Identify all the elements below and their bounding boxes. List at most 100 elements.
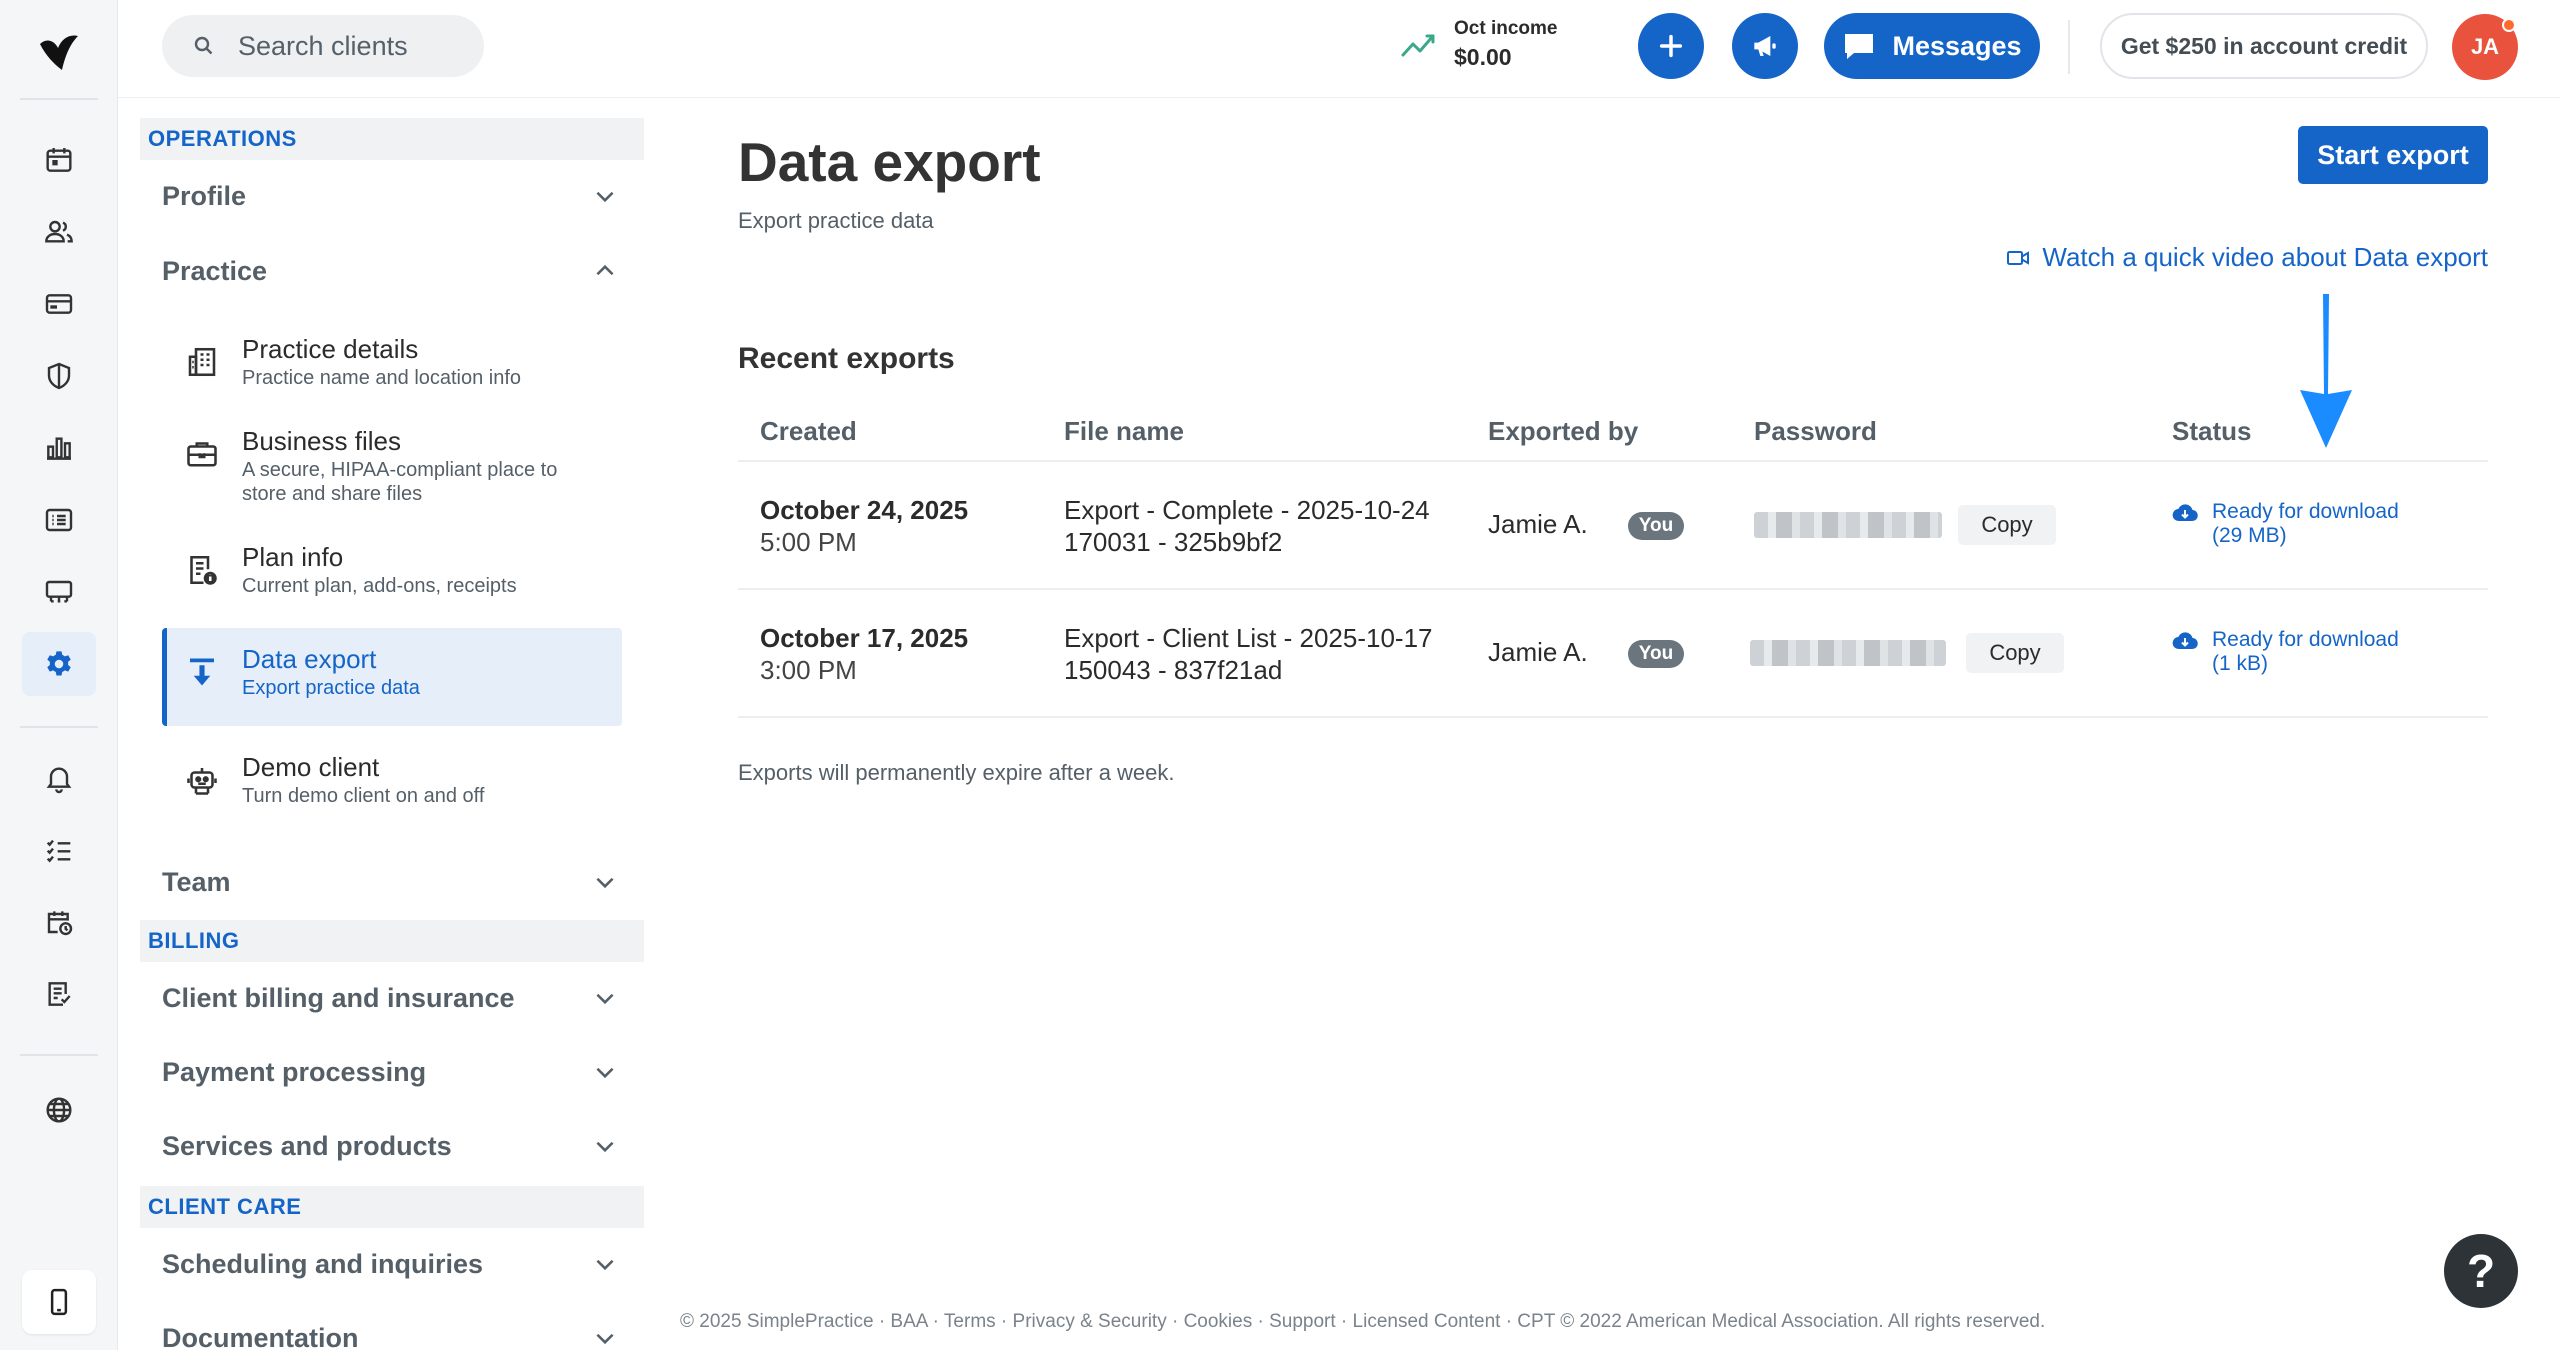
top-bar: Search clients Oct income $0.00 Messages… — [118, 0, 2560, 98]
reports-icon[interactable] — [22, 962, 96, 1026]
footer-links[interactable]: © 2025 SimplePractice · BAA · Terms · Pr… — [680, 1311, 2045, 1333]
chevron-down-icon — [596, 1333, 614, 1345]
rail-divider — [20, 726, 98, 728]
announcements-button[interactable] — [1732, 13, 1798, 79]
you-badge: You — [1627, 640, 1685, 669]
income-value: $0.00 — [1454, 44, 1512, 70]
chevron-up-icon — [596, 264, 614, 276]
sidebar-item-business-files[interactable]: Business files A secure, HIPAA-compliant… — [162, 410, 622, 508]
created-date: October 17, 2025 — [760, 623, 969, 653]
item-title: Business files — [242, 426, 401, 456]
rail-divider — [20, 1054, 98, 1056]
recent-exports-title: Recent exports — [738, 342, 955, 375]
column-header-created[interactable]: Created — [760, 416, 857, 447]
sidebar-group-services-products[interactable]: Services and products — [162, 1116, 622, 1176]
search-input[interactable]: Search clients — [162, 15, 484, 77]
help-button[interactable]: ? — [2444, 1234, 2518, 1308]
start-export-button[interactable]: Start export — [2298, 126, 2488, 184]
table-row: October 17, 2025 3:00 PM Export - Client… — [738, 590, 2488, 718]
sidebar-group-documentation[interactable]: Documentation — [162, 1308, 622, 1350]
sidebar-item-demo-client[interactable]: Demo client Turn demo client on and off — [162, 736, 622, 834]
user-avatar[interactable]: JA — [2452, 14, 2518, 80]
marketplace-store-icon[interactable] — [22, 560, 96, 624]
create-new-button[interactable] — [1638, 13, 1704, 79]
simplepractice-logo[interactable] — [36, 30, 82, 76]
tasks-list-icon[interactable] — [22, 818, 96, 882]
building-icon — [178, 338, 226, 386]
plan-document-icon — [178, 546, 226, 594]
created-time: 5:00 PM — [760, 527, 857, 557]
sidebar-group-team[interactable]: Team — [162, 852, 622, 912]
exported-by: Jamie A. You — [1488, 509, 1685, 541]
sidebar-item-plan-info[interactable]: Plan info Current plan, add-ons, receipt… — [162, 526, 622, 624]
requests-calendar-icon[interactable] — [22, 890, 96, 954]
chevron-down-icon — [596, 1259, 614, 1271]
sidebar-group-client-billing[interactable]: Client billing and insurance — [162, 968, 622, 1028]
analytics-chart-icon[interactable] — [22, 416, 96, 480]
notifications-bell-icon[interactable] — [22, 746, 96, 810]
mobile-app-icon[interactable] — [22, 1270, 96, 1334]
account-credit-button[interactable]: Get $250 in account credit — [2100, 13, 2428, 79]
file-name-line: Export - Complete - 2025-10-24 — [1064, 495, 1430, 525]
video-camera-icon — [2007, 250, 2030, 265]
file-name-line: 170031 - 325b9bf2 — [1064, 527, 1283, 557]
insurance-shield-icon[interactable] — [22, 344, 96, 408]
status-label: Ready for download — [2212, 628, 2399, 651]
copy-password-button[interactable]: Copy — [1958, 505, 2056, 545]
settings-gear-icon[interactable] — [22, 632, 96, 696]
copy-password-button[interactable]: Copy — [1966, 633, 2064, 673]
robot-icon — [178, 756, 226, 804]
globe-icon[interactable] — [22, 1078, 96, 1142]
item-description: Practice name and location info — [242, 367, 522, 389]
section-heading-client-care: CLIENT CARE — [140, 1186, 644, 1228]
item-description: Turn demo client on and off — [242, 785, 485, 807]
search-placeholder: Search clients — [238, 30, 408, 61]
monthly-income[interactable]: Oct income $0.00 — [1400, 16, 1557, 72]
messages-button[interactable]: Messages — [1824, 13, 2040, 79]
section-heading-billing: BILLING — [140, 920, 644, 962]
sidebar-group-profile[interactable]: Profile — [162, 166, 622, 226]
group-label: Practice — [162, 255, 268, 286]
watch-video-link[interactable]: Watch a quick video about Data export — [2006, 242, 2488, 273]
exports-table: Created File name Exported by Password S… — [738, 402, 2488, 718]
group-label: Client billing and insurance — [162, 982, 515, 1013]
expiry-note: Exports will permanently expire after a … — [738, 760, 1175, 785]
topbar-divider — [2068, 20, 2070, 74]
item-title: Demo client — [242, 752, 380, 782]
search-icon — [194, 36, 213, 55]
you-badge: You — [1627, 512, 1685, 541]
exporter-name: Jamie A. — [1488, 509, 1588, 539]
activity-list-icon[interactable] — [22, 488, 96, 552]
cloud-download-icon — [2172, 504, 2198, 522]
download-link[interactable]: Ready for download (29 MB) — [2172, 500, 2399, 548]
column-header-file-name[interactable]: File name — [1064, 416, 1184, 447]
download-link[interactable]: Ready for download (1 kB) — [2172, 628, 2399, 676]
billing-card-icon[interactable] — [22, 272, 96, 336]
calendar-icon[interactable] — [22, 128, 96, 192]
column-header-exported-by[interactable]: Exported by — [1488, 416, 1638, 447]
app-rail — [0, 0, 118, 1350]
chevron-down-icon — [596, 1141, 614, 1153]
item-title: Practice details — [242, 334, 419, 364]
group-label: Documentation — [162, 1322, 359, 1350]
section-heading-operations: OPERATIONS — [140, 118, 644, 160]
plus-icon — [1659, 34, 1683, 58]
column-header-status[interactable]: Status — [2172, 416, 2251, 447]
sidebar-item-practice-details[interactable]: Practice details Practice name and locat… — [162, 318, 622, 416]
sidebar-item-data-export[interactable]: Data export Export practice data — [162, 628, 622, 726]
clients-icon[interactable] — [22, 200, 96, 264]
group-label: Team — [162, 866, 231, 897]
password-redacted — [1750, 640, 1946, 666]
exporter-name: Jamie A. — [1488, 637, 1588, 667]
download-arrow-icon — [178, 648, 226, 696]
file-name-line: Export - Client List - 2025-10-17 — [1064, 623, 1433, 653]
video-link-label: Watch a quick video about Data export — [2042, 242, 2488, 272]
sidebar-group-payment-processing[interactable]: Payment processing — [162, 1042, 622, 1102]
file-size: (1 kB) — [2212, 652, 2269, 675]
exported-by: Jamie A. You — [1488, 637, 1685, 669]
file-name: Export - Client List - 2025-10-17 150043… — [1064, 622, 1474, 686]
sidebar-group-practice[interactable]: Practice — [162, 241, 622, 301]
sidebar-group-scheduling[interactable]: Scheduling and inquiries — [162, 1234, 622, 1294]
cloud-download-icon — [2172, 632, 2198, 650]
group-label: Payment processing — [162, 1056, 427, 1087]
